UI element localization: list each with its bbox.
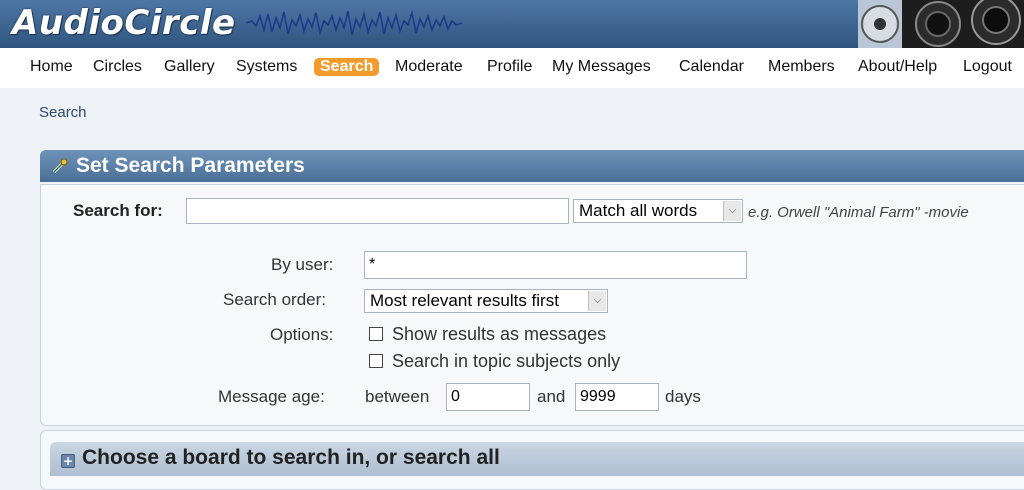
chevron-down-icon: ⌵ [723, 201, 741, 221]
option-show-as-messages-label: Show results as messages [392, 324, 607, 344]
search-params-header: Set Search Parameters [40, 150, 1024, 182]
search-input[interactable] [186, 198, 569, 224]
and-label: and [537, 387, 566, 406]
nav-members[interactable]: Members [768, 58, 835, 76]
age-max-input[interactable] [575, 383, 659, 411]
nav-search[interactable]: Search [314, 58, 380, 76]
nav-my-messages[interactable]: My Messages [552, 58, 651, 76]
nav-systems[interactable]: Systems [236, 58, 297, 76]
nav-home[interactable]: Home [30, 58, 73, 76]
site-header: AudioCircle [0, 0, 1024, 48]
between-label: between [365, 387, 430, 406]
match-mode-select[interactable]: Match all words ⌵ [573, 199, 743, 223]
days-label: days [665, 387, 701, 406]
search-for-label: Search for: [73, 201, 163, 220]
search-example-hint: e.g. Orwell "Animal Farm" -movie [748, 204, 969, 221]
waveform-icon [246, 9, 462, 37]
nav-logout[interactable]: Logout [963, 58, 1012, 76]
search-order-value: Most relevant results first [370, 291, 559, 310]
search-order-select[interactable]: Most relevant results first ⌵ [364, 289, 608, 313]
option-show-as-messages[interactable]: Show results as messages [369, 324, 606, 345]
by-user-label: By user: [271, 255, 334, 274]
chevron-down-icon: ⌵ [588, 291, 606, 311]
nav-gallery[interactable]: Gallery [164, 58, 215, 76]
nav-calendar[interactable]: Calendar [679, 58, 744, 76]
option-subjects-only-label: Search in topic subjects only [392, 351, 621, 371]
checkbox-icon[interactable] [369, 327, 383, 341]
age-min-input[interactable] [446, 383, 530, 411]
board-panel-title: Choose a board to search in, or search a… [82, 446, 500, 469]
plus-icon[interactable]: + [61, 454, 75, 468]
option-subjects-only[interactable]: Search in topic subjects only [369, 351, 620, 372]
breadcrumb[interactable]: Search [39, 104, 87, 121]
search-order-label: Search order: [223, 290, 326, 309]
speakers-icon [858, 0, 1024, 48]
match-mode-value: Match all words [579, 201, 698, 220]
nav-profile[interactable]: Profile [487, 58, 532, 76]
main-nav: Home Circles Gallery Systems Search Mode… [0, 48, 1024, 88]
nav-about-help[interactable]: About/Help [858, 58, 937, 76]
search-params-title: Set Search Parameters [76, 154, 305, 177]
wand-icon [52, 158, 68, 174]
board-panel-header[interactable]: + Choose a board to search in, or search… [50, 442, 1024, 476]
nav-moderate[interactable]: Moderate [395, 58, 463, 76]
by-user-input[interactable] [364, 251, 747, 279]
checkbox-icon[interactable] [369, 354, 383, 368]
nav-circles[interactable]: Circles [93, 58, 142, 76]
options-label: Options: [270, 325, 334, 344]
message-age-label: Message age: [218, 387, 325, 406]
site-logo[interactable]: AudioCircle [12, 3, 236, 43]
